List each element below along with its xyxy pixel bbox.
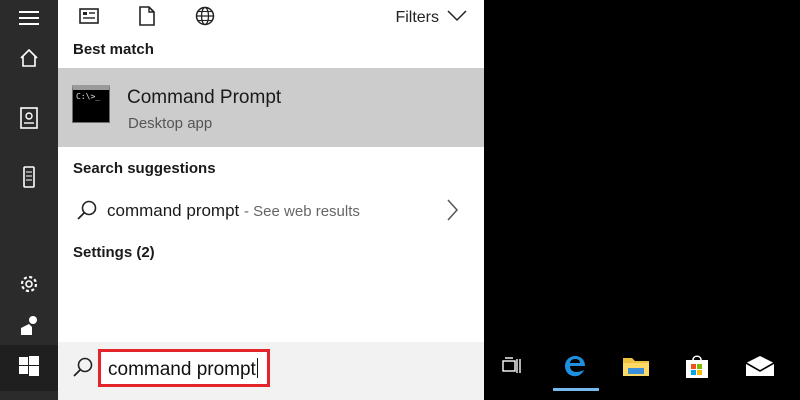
settings-gear-icon (18, 273, 40, 295)
feedback-icon (18, 314, 40, 336)
chevron-right-icon (447, 199, 459, 226)
edge-icon (562, 353, 588, 384)
taskbar (484, 342, 800, 400)
feedback-button[interactable] (0, 303, 58, 347)
search-input[interactable]: command prompt (98, 349, 270, 387)
command-prompt-icon-text: C:\>_ (76, 92, 101, 101)
text-caret (256, 358, 258, 378)
search-input-value: command prompt (108, 359, 256, 380)
task-view-icon (502, 356, 522, 380)
command-prompt-icon: C:\>_ (72, 85, 110, 123)
best-match-title: Command Prompt (127, 87, 282, 108)
home-button[interactable] (0, 36, 58, 80)
file-explorer-button[interactable] (611, 342, 661, 394)
start-rail (0, 0, 58, 400)
notebook-icon (20, 107, 38, 129)
search-panel: Filters Best match C:\>_ Command Prompt … (58, 0, 484, 400)
filters-label: Filters (395, 9, 439, 26)
suggestion-web-hint: - See web results (244, 203, 360, 220)
file-explorer-icon (622, 354, 650, 383)
start-button[interactable] (0, 345, 58, 391)
search-filter-bar: Filters (58, 0, 484, 36)
web-suggestion-item[interactable]: command prompt - See web results (58, 193, 484, 229)
mail-icon (745, 355, 775, 382)
home-icon (19, 48, 39, 68)
store-button[interactable] (672, 342, 722, 394)
task-view-button[interactable] (487, 342, 537, 394)
search-icon (72, 356, 94, 383)
windows-start-icon (19, 355, 39, 381)
web-filter-button[interactable] (194, 6, 216, 31)
best-match-subtitle: Desktop app (128, 115, 213, 132)
edge-button[interactable] (550, 342, 600, 394)
best-match-heading: Best match (73, 41, 154, 58)
documents-filter-button[interactable] (136, 5, 158, 31)
settings-heading[interactable]: Settings (2) (73, 244, 155, 261)
search-bar: command prompt (58, 342, 484, 400)
mail-button[interactable] (735, 342, 785, 394)
suggestion-query: command prompt (107, 201, 240, 220)
apps-filter-button[interactable] (78, 7, 100, 29)
apps-icon (79, 7, 99, 29)
hamburger-menu-button[interactable] (0, 0, 58, 40)
best-match-result[interactable]: C:\>_ Command Prompt Desktop app (58, 68, 484, 147)
store-icon (684, 353, 710, 384)
settings-button[interactable] (0, 262, 58, 306)
search-suggestions-heading: Search suggestions (73, 160, 216, 177)
hamburger-menu-icon (19, 10, 39, 26)
active-app-indicator (553, 388, 599, 391)
chevron-down-icon (447, 9, 467, 27)
device-icon (23, 166, 35, 188)
devices-button[interactable] (0, 155, 58, 199)
notebook-button[interactable] (0, 96, 58, 140)
documents-icon (139, 5, 155, 31)
web-icon (195, 6, 215, 31)
search-icon (76, 199, 98, 226)
filters-dropdown[interactable]: Filters (395, 9, 467, 27)
